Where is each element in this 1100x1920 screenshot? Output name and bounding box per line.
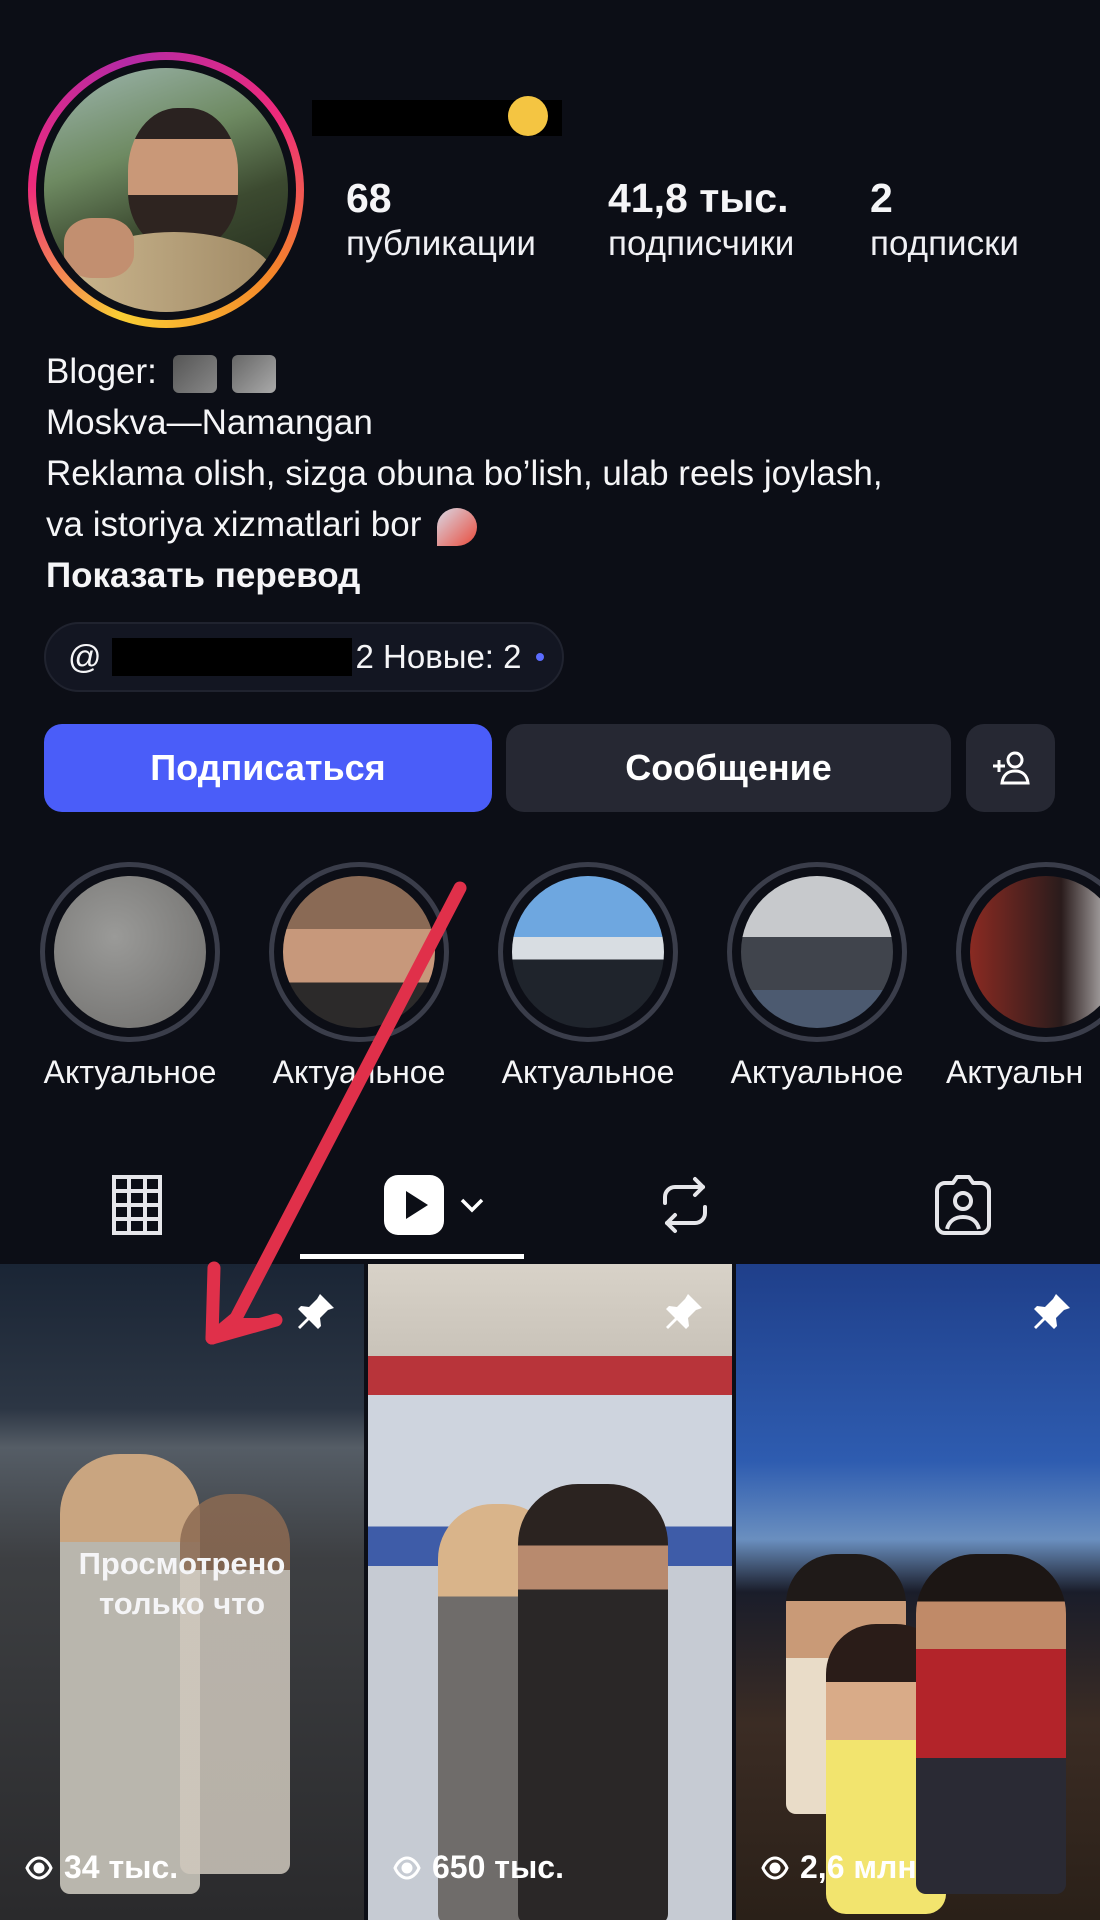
profile-avatar-ring[interactable] bbox=[28, 52, 304, 328]
new-dot bbox=[535, 653, 544, 661]
threads-handle-redacted bbox=[111, 638, 352, 676]
pin-icon bbox=[666, 1294, 702, 1329]
active-tab-indicator bbox=[300, 1254, 524, 1259]
highlight-2[interactable]: Актуальное bbox=[269, 862, 449, 1090]
tab-reels[interactable] bbox=[370, 1160, 500, 1250]
threads-link-pill[interactable]: @ 2 Новые: 2 bbox=[44, 622, 564, 692]
reel-tile-3[interactable]: 2,6 млн bbox=[736, 1264, 1100, 1920]
profile-bio: Bloger: Moskva—Namangan Reklama olish, s… bbox=[46, 346, 1076, 601]
rocket-emoji-icon bbox=[437, 507, 478, 546]
profile-avatar bbox=[44, 68, 288, 312]
username-emoji bbox=[508, 96, 548, 136]
tab-reposts[interactable] bbox=[640, 1160, 730, 1250]
add-person-icon bbox=[992, 751, 1030, 785]
chevron-down-icon bbox=[460, 1198, 484, 1213]
pin-icon bbox=[1034, 1294, 1070, 1329]
suggest-people-button[interactable] bbox=[966, 724, 1055, 812]
watched-overlay: Просмотрено только что bbox=[78, 1546, 286, 1621]
stat-posts[interactable]: 68 публикации bbox=[346, 174, 536, 266]
reels-icon bbox=[384, 1175, 444, 1235]
movie-camera-emoji-icon bbox=[172, 354, 217, 393]
show-translation-link[interactable]: Показать перевод bbox=[46, 550, 1076, 601]
follow-button[interactable]: Подписаться bbox=[44, 724, 492, 812]
grid-icon bbox=[112, 1175, 162, 1235]
reel-tile-1[interactable]: Просмотрено только что 34 тыс. bbox=[0, 1264, 364, 1920]
highlight-4[interactable]: Актуальное bbox=[727, 862, 907, 1090]
message-button[interactable]: Сообщение bbox=[506, 724, 951, 812]
reel-views: 34 тыс. bbox=[24, 1849, 178, 1886]
pin-icon bbox=[298, 1294, 334, 1329]
reel-views: 650 тыс. bbox=[392, 1849, 564, 1886]
play-views-icon bbox=[393, 1855, 421, 1880]
tab-posts[interactable] bbox=[92, 1160, 182, 1250]
tagged-icon bbox=[935, 1175, 991, 1235]
highlight-1[interactable]: Актуальное bbox=[40, 862, 220, 1090]
highlight-3[interactable]: Актуальное bbox=[498, 862, 678, 1090]
play-views-icon bbox=[25, 1855, 53, 1880]
play-views-icon bbox=[761, 1855, 789, 1880]
reel-tile-2[interactable]: 650 тыс. bbox=[368, 1264, 732, 1920]
stat-following[interactable]: 2 подписки bbox=[870, 174, 1019, 266]
highlight-5[interactable]: Актуальн bbox=[946, 862, 1100, 1090]
tab-tagged[interactable] bbox=[918, 1160, 1008, 1250]
camera-flash-emoji-icon bbox=[232, 354, 277, 393]
stat-followers[interactable]: 41,8 тыс. подписчики bbox=[608, 174, 794, 266]
reel-views: 2,6 млн bbox=[760, 1849, 917, 1886]
repost-icon bbox=[663, 1177, 707, 1233]
